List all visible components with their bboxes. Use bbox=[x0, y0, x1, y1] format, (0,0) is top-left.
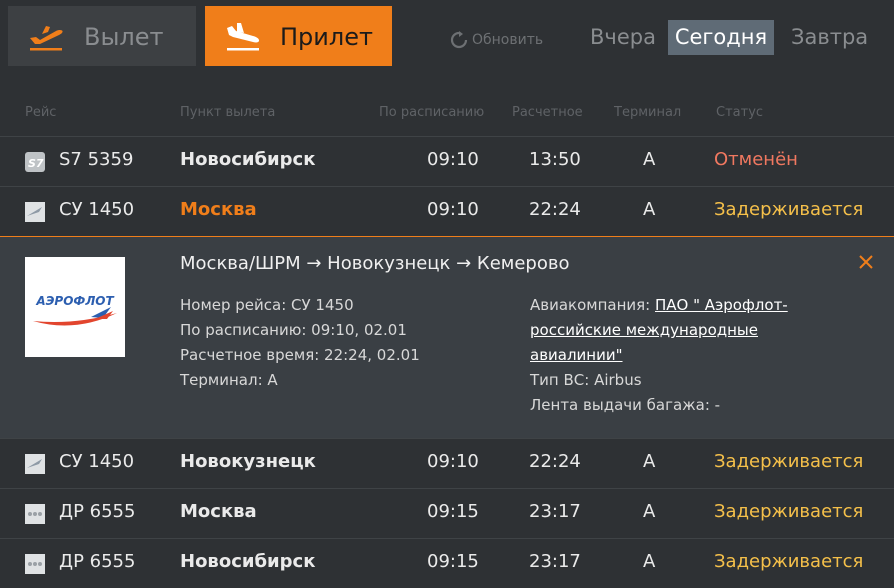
terminal: A bbox=[643, 149, 656, 170]
top-bar: Вылет Прилет Обновить Вчера Сегодня Завт… bbox=[0, 0, 894, 90]
airline-link[interactable]: авиалинии" bbox=[530, 346, 623, 364]
refresh-button[interactable]: Обновить bbox=[450, 29, 543, 51]
terminal: A bbox=[643, 501, 656, 522]
s7-logo-icon: S7 bbox=[25, 152, 45, 172]
flight-number: СУ 1450 bbox=[59, 451, 135, 472]
status-badge: Задерживается bbox=[714, 551, 864, 572]
aeroflot-logo-icon: АЭРОФЛОТ bbox=[33, 294, 117, 326]
baggage-belt: Лента выдачи багажа: - bbox=[530, 396, 721, 414]
origin-city: Новосибирск bbox=[180, 551, 316, 572]
estimated-time: 23:17 bbox=[529, 551, 581, 572]
airline-link[interactable]: российские международные bbox=[530, 321, 758, 339]
flight-number: ДР 6555 bbox=[59, 551, 136, 572]
column-header-origin: Пункт вылета bbox=[180, 105, 276, 120]
tab-tomorrow[interactable]: Завтра bbox=[791, 20, 868, 55]
aircraft-type: Тип ВС: Airbus bbox=[530, 371, 642, 389]
flight-detail-panel: АЭРОФЛОТ Москва/ШРМ → Новокузнецк → Кеме… bbox=[0, 236, 894, 438]
airline-link[interactable]: ПАО " Аэрофлот- bbox=[655, 296, 788, 314]
aeroflot-logo-icon bbox=[25, 454, 45, 474]
column-header-scheduled: По расписанию bbox=[379, 105, 485, 120]
airline-logo: АЭРОФЛОТ bbox=[25, 257, 125, 357]
scheduled-time: 09:15 bbox=[427, 501, 479, 522]
aeroflot-logo-icon bbox=[25, 202, 45, 222]
flight-number-detail: Номер рейса: СУ 1450 bbox=[180, 296, 354, 314]
origin-city: Новокузнецк bbox=[180, 451, 316, 472]
status-badge: Задерживается bbox=[714, 451, 864, 472]
estimated-time: 13:50 bbox=[529, 149, 581, 170]
airline-label: Авиакомпания: bbox=[530, 296, 655, 314]
table-row[interactable]: СУ 1450 Новокузнецк 09:10 22:24 A Задерж… bbox=[0, 438, 894, 488]
svg-text:АЭРОФЛОТ: АЭРОФЛОТ bbox=[35, 294, 114, 308]
flight-info-right: Авиакомпания: ПАО " Аэрофлот- российские… bbox=[530, 293, 788, 418]
status-badge: Отменён bbox=[714, 149, 798, 170]
estimated-time: 22:24 bbox=[529, 199, 581, 220]
flight-number: СУ 1450 bbox=[59, 199, 135, 220]
departures-label: Вылет bbox=[84, 23, 164, 51]
terminal: A bbox=[643, 551, 656, 572]
column-header-status: Статус bbox=[716, 105, 764, 120]
estimated-time: 22:24 bbox=[529, 451, 581, 472]
refresh-icon bbox=[450, 31, 468, 49]
table-row[interactable]: ДР 6555 Новосибирск 09:15 23:17 A Задерж… bbox=[0, 538, 894, 588]
flight-info-left: Номер рейса: СУ 1450 По расписанию: 09:1… bbox=[180, 293, 420, 393]
dots-logo-icon bbox=[25, 554, 45, 574]
arrivals-button[interactable]: Прилет bbox=[205, 6, 392, 66]
tab-today[interactable]: Сегодня bbox=[668, 20, 774, 55]
status-badge: Задерживается bbox=[714, 501, 864, 522]
estimated-time: 23:17 bbox=[529, 501, 581, 522]
dots-logo-icon bbox=[25, 504, 45, 524]
column-header-terminal: Терминал bbox=[614, 105, 682, 120]
close-icon[interactable] bbox=[857, 253, 875, 271]
svg-text:S7: S7 bbox=[28, 157, 44, 170]
flight-number: S7 5359 bbox=[59, 149, 134, 170]
refresh-label: Обновить bbox=[472, 32, 544, 48]
table-row[interactable]: ДР 6555 Москва 09:15 23:17 A Задерживает… bbox=[0, 488, 894, 538]
origin-city: Москва bbox=[180, 501, 257, 522]
origin-city: Новосибирск bbox=[180, 149, 316, 170]
flight-route: Москва/ШРМ → Новокузнецк → Кемерово bbox=[180, 253, 570, 274]
arrivals-label: Прилет bbox=[280, 23, 373, 51]
scheduled-detail: По расписанию: 09:10, 02.01 bbox=[180, 321, 407, 339]
terminal-detail: Терминал: A bbox=[180, 371, 278, 389]
tab-yesterday[interactable]: Вчера bbox=[590, 20, 656, 55]
table-row[interactable]: S7 S7 5359 Новосибирск 09:10 13:50 A Отм… bbox=[0, 136, 894, 186]
plane-arrival-icon bbox=[227, 23, 260, 51]
scheduled-time: 09:15 bbox=[427, 551, 479, 572]
terminal: A bbox=[643, 199, 656, 220]
column-header-estimated: Расчетное bbox=[512, 105, 583, 120]
scheduled-time: 09:10 bbox=[427, 149, 479, 170]
status-badge: Задерживается bbox=[714, 199, 864, 220]
origin-city: Москва bbox=[180, 199, 257, 220]
estimated-detail: Расчетное время: 22:24, 02.01 bbox=[180, 346, 420, 364]
departures-button[interactable]: Вылет bbox=[8, 6, 196, 66]
scheduled-time: 09:10 bbox=[427, 199, 479, 220]
table-row[interactable]: СУ 1450 Москва 09:10 22:24 A Задерживает… bbox=[0, 186, 894, 236]
terminal: A bbox=[643, 451, 656, 472]
plane-departure-icon bbox=[30, 26, 63, 51]
column-header-flight: Рейс bbox=[25, 105, 57, 120]
flight-number: ДР 6555 bbox=[59, 501, 136, 522]
scheduled-time: 09:10 bbox=[427, 451, 479, 472]
